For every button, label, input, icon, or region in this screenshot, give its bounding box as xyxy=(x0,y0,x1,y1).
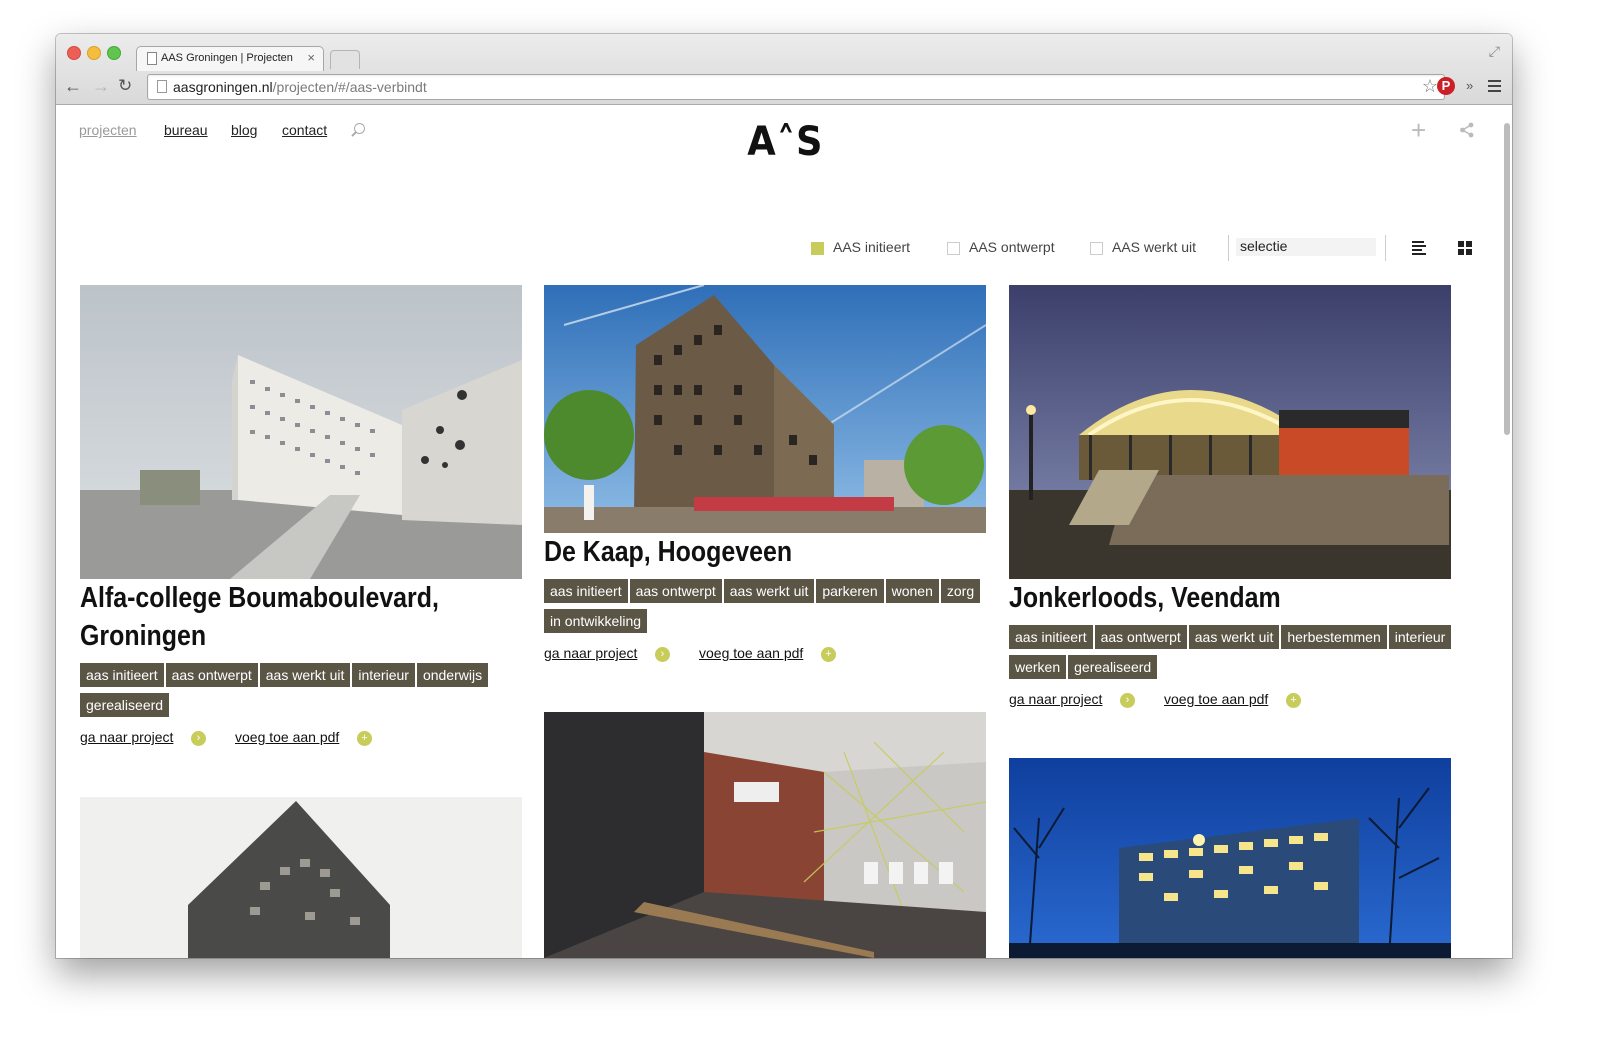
address-bar[interactable]: aasgroningen.nl/projecten/#/aas-verbindt… xyxy=(147,74,1445,100)
arrow-icon[interactable]: › xyxy=(191,731,206,746)
nav-blog[interactable]: blog xyxy=(231,122,257,138)
filter-initieert-checkbox[interactable] xyxy=(811,242,824,255)
project-title[interactable]: Jonkerloods, Veendam xyxy=(1009,579,1389,617)
browser-menu-icon[interactable] xyxy=(1488,80,1501,95)
browser-tab[interactable]: AAS Groningen | Projecten × xyxy=(136,46,324,71)
tag-list: aas initieert aas ontwerpt aas werkt uit pa… xyxy=(544,579,989,639)
tag[interactable]: aas werkt uit xyxy=(723,579,815,603)
filter-werkt-uit-checkbox[interactable] xyxy=(1090,242,1103,255)
voeg-toe-pdf-link[interactable]: voeg toe aan pdf xyxy=(699,645,803,661)
nav-contact[interactable]: contact xyxy=(282,122,327,138)
tag[interactable]: interieur xyxy=(352,663,415,687)
new-tab-button[interactable] xyxy=(330,50,360,69)
project-card: Alfa-college Boumaboulevard, Groningen a… xyxy=(80,285,522,749)
browser-chrome: AAS Groningen | Projecten × ⤢ ← → ↻ aasg… xyxy=(56,34,1512,105)
project-image[interactable] xyxy=(1009,758,1451,958)
tag-list: aas initieert aas ontwerpt aas werkt uit in… xyxy=(80,663,525,723)
url-text[interactable]: aasgroningen.nl/projecten/#/aas-verbindt xyxy=(173,79,427,95)
tag[interactable]: gerealiseerd xyxy=(80,693,170,717)
tag[interactable]: aas werkt uit xyxy=(1188,625,1280,649)
tag[interactable]: aas ontwerpt xyxy=(629,579,722,603)
tag[interactable]: wonen xyxy=(885,579,939,603)
tag[interactable]: in ontwikkeling xyxy=(544,609,648,633)
url-host: aasgroningen.nl xyxy=(173,79,273,95)
window-maximize-button[interactable] xyxy=(107,46,121,60)
url-path: /projecten/#/aas-verbindt xyxy=(272,79,427,95)
arrow-icon[interactable]: › xyxy=(1120,693,1135,708)
voeg-toe-pdf-link[interactable]: voeg toe aan pdf xyxy=(1164,691,1268,707)
list-view-icon[interactable] xyxy=(1412,241,1426,257)
arrow-icon[interactable]: › xyxy=(655,647,670,662)
fullscreen-icon[interactable]: ⤢ xyxy=(1489,43,1500,60)
tag[interactable]: aas werkt uit xyxy=(259,663,351,687)
project-links: ga naar project › voeg toe aan pdf + xyxy=(1009,691,1451,711)
project-title[interactable]: De Kaap, Hoogeveen xyxy=(544,533,924,571)
share-icon[interactable] xyxy=(1459,122,1475,138)
tag[interactable]: aas initieert xyxy=(544,579,628,603)
search-icon[interactable] xyxy=(354,123,365,134)
tab-title: AAS Groningen | Projecten xyxy=(161,52,293,64)
divider xyxy=(1228,235,1229,261)
plus-icon[interactable]: + xyxy=(1411,115,1426,146)
tag[interactable]: werken xyxy=(1009,655,1067,679)
forward-button[interactable]: → xyxy=(92,77,110,95)
project-image[interactable] xyxy=(80,285,522,579)
browser-window: AAS Groningen | Projecten × ⤢ ← → ↻ aasg… xyxy=(56,34,1512,958)
grid-view-icon[interactable] xyxy=(1458,241,1472,255)
nav-bureau[interactable]: bureau xyxy=(164,122,208,138)
add-icon[interactable]: + xyxy=(821,647,836,662)
project-links: ga naar project › voeg toe aan pdf + xyxy=(544,645,986,665)
filter-werkt-uit-label[interactable]: AAS werkt uit xyxy=(1112,239,1196,255)
divider xyxy=(1385,235,1386,261)
tag[interactable]: interieur xyxy=(1388,625,1452,649)
tag[interactable]: zorg xyxy=(940,579,981,603)
add-icon[interactable]: + xyxy=(1286,693,1301,708)
project-title[interactable]: Alfa-college Boumaboulevard, xyxy=(80,579,460,617)
window-close-button[interactable] xyxy=(67,46,81,60)
tab-close-icon[interactable]: × xyxy=(307,50,315,65)
tag[interactable]: aas ontwerpt xyxy=(165,663,258,687)
filter-initieert-label[interactable]: AAS initieert xyxy=(833,239,910,255)
project-image[interactable] xyxy=(544,285,986,533)
page-icon xyxy=(147,52,157,65)
scrollbar[interactable] xyxy=(1504,123,1510,435)
filter-ontwerpt-label[interactable]: AAS ontwerpt xyxy=(969,239,1055,255)
page-viewport: projecten bureau blog contact A˄S + AAS … xyxy=(56,105,1512,958)
bookmark-star-icon[interactable]: ☆ xyxy=(1422,76,1438,97)
aas-logo[interactable]: A˄S xyxy=(747,119,823,165)
reload-button[interactable]: ↻ xyxy=(118,77,132,95)
project-image[interactable] xyxy=(544,712,986,958)
window-minimize-button[interactable] xyxy=(87,46,101,60)
back-button[interactable]: ← xyxy=(64,77,82,95)
ga-naar-project-link[interactable]: ga naar project xyxy=(1009,691,1102,707)
ga-naar-project-link[interactable]: ga naar project xyxy=(544,645,637,661)
voeg-toe-pdf-link[interactable]: voeg toe aan pdf xyxy=(235,729,339,745)
tag-list: aas initieert aas ontwerpt aas werkt uit he… xyxy=(1009,625,1454,685)
selectie-dropdown[interactable]: selectie xyxy=(1236,238,1376,256)
project-image[interactable] xyxy=(1009,285,1451,579)
tag[interactable]: parkeren xyxy=(816,579,884,603)
tag[interactable]: onderwijs xyxy=(416,663,489,687)
add-icon[interactable]: + xyxy=(357,731,372,746)
project-card: De Kaap, Hoogeveen aas initieert aas ontw… xyxy=(544,285,986,665)
tag[interactable]: aas initieert xyxy=(1009,625,1093,649)
ga-naar-project-link[interactable]: ga naar project xyxy=(80,729,173,745)
pinterest-icon[interactable]: P xyxy=(1437,77,1455,95)
project-image[interactable] xyxy=(80,797,522,958)
tag[interactable]: aas initieert xyxy=(80,663,164,687)
nav-projecten[interactable]: projecten xyxy=(79,122,137,138)
project-title-line2[interactable]: Groningen xyxy=(80,617,460,655)
page-icon xyxy=(157,80,167,93)
tag[interactable]: aas ontwerpt xyxy=(1094,625,1187,649)
extensions-overflow-icon[interactable]: » xyxy=(1466,78,1473,93)
project-links: ga naar project › voeg toe aan pdf + xyxy=(80,729,522,749)
tag[interactable]: herbestemmen xyxy=(1281,625,1387,649)
filter-ontwerpt-checkbox[interactable] xyxy=(947,242,960,255)
project-card: Jonkerloods, Veendam aas initieert aas on… xyxy=(1009,285,1454,711)
tag[interactable]: gerealiseerd xyxy=(1068,655,1158,679)
